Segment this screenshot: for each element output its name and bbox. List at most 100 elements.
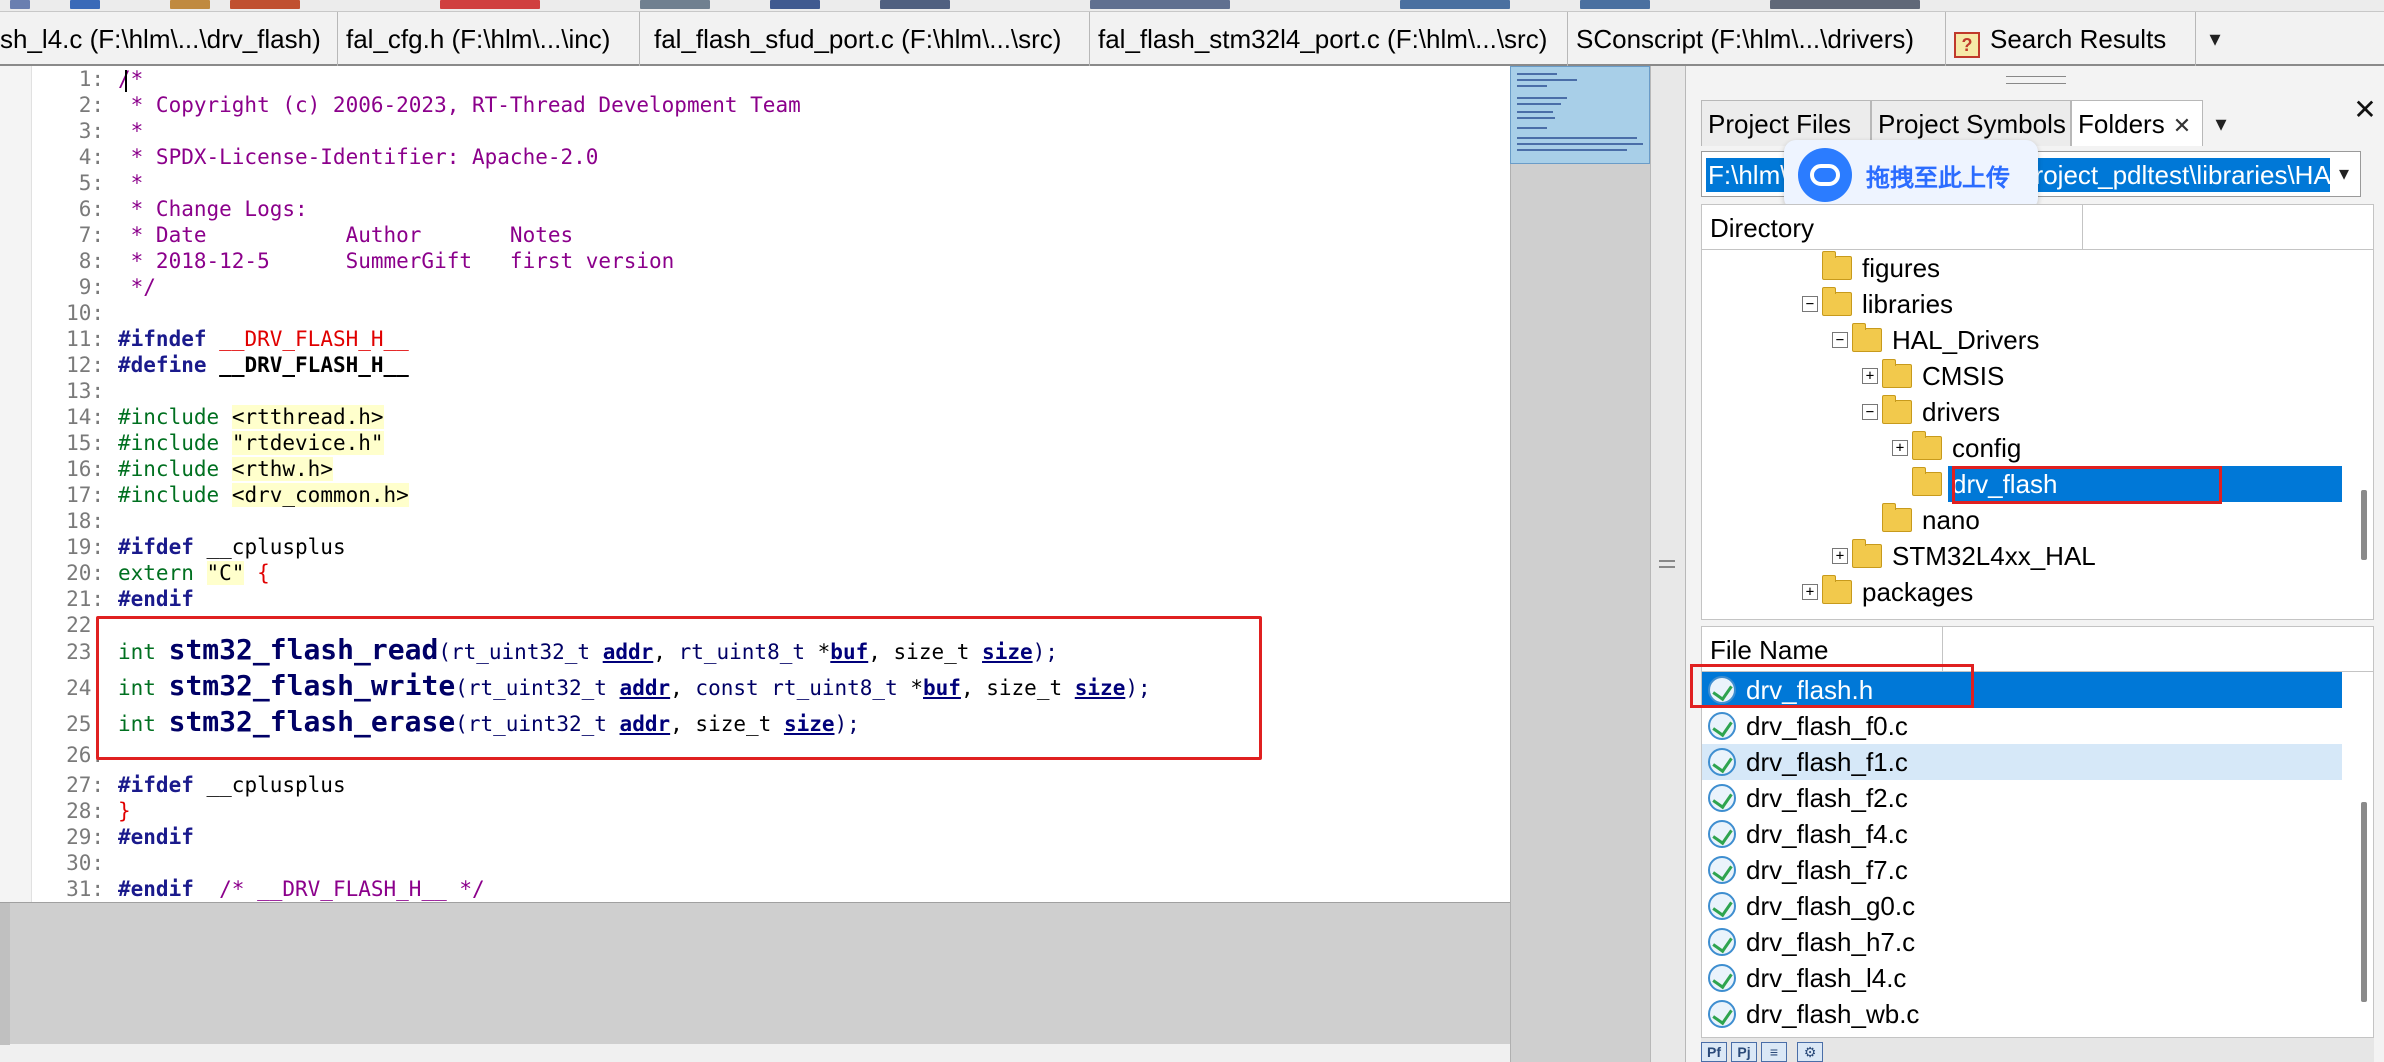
file-name: drv_flash_f7.c [1746,855,1908,885]
file-item-drv-flash-f4[interactable]: drv_flash_f4.c [1702,816,2342,852]
file-name: drv_flash_f2.c [1746,783,1908,813]
expand-icon[interactable]: + [1892,440,1908,456]
tree-item-cmsis[interactable]: + CMSIS [1702,358,2342,394]
comment-text: * 2018-12-5 SummerGift first version [118,249,675,273]
toolbar-icon[interactable] [880,0,950,9]
code-line: 8: * 2018-12-5 SummerGift first version [32,248,1502,274]
line-number: 1: [78,67,104,91]
tab-list-dropdown-icon[interactable]: ▾ [2200,12,2230,66]
tree-item-packages[interactable]: + packages [1702,574,2342,610]
expand-icon[interactable]: + [1832,548,1848,564]
tab-drv-flash-l4[interactable]: sh_l4.c (F:\hlm\...\drv_flash) [0,12,338,66]
source-file-icon [1708,676,1736,704]
project-symbols-icon[interactable]: Pj [1731,1042,1757,1062]
project-files-icon[interactable]: Pf [1701,1042,1727,1062]
file-item-drv-flash-h7[interactable]: drv_flash_h7.c [1702,924,2342,960]
file-item-drv-flash-h[interactable]: drv_flash.h [1702,672,2342,708]
collapse-icon[interactable]: − [1862,404,1878,420]
splitter-grip-icon[interactable] [1659,560,1675,568]
panel-drag-grip[interactable] [2006,76,2066,84]
collapse-icon[interactable]: − [1802,296,1818,312]
tree-item-label: libraries [1862,289,1954,319]
overview-minimap[interactable] [1510,66,1650,164]
folder-icon [1852,323,1882,352]
panel-tab-dropdown-icon[interactable]: ▾ [2206,102,2236,146]
tab-fal-flash-stm32l4-port[interactable]: fal_flash_stm32l4_port.c (F:\hlm\...\src… [1090,12,1568,66]
toolbar-icon[interactable] [10,0,30,9]
file-item-drv-flash-f0[interactable]: drv_flash_f0.c [1702,708,2342,744]
tree-item-label: drivers [1922,397,2001,427]
source-insight-window: sh_l4.c (F:\hlm\...\drv_flash) fal_cfg.h… [0,0,2384,1062]
line-number: 5: [78,171,104,195]
toolbar-icon[interactable] [170,0,210,9]
toolbar-icon[interactable] [1400,0,1510,9]
line-number: 24: [66,676,104,700]
toolbar-icon[interactable] [230,0,300,9]
tab-label: SConscript (F:\hlm\...\drivers) [1576,24,1915,54]
tree-item-figures[interactable]: figures [1702,250,2342,286]
file-item-drv-flash-wb[interactable]: drv_flash_wb.c [1702,996,2342,1032]
toolbar-icon[interactable] [70,0,100,9]
expand-icon[interactable]: + [1862,368,1878,384]
code-line: 7: * Date Author Notes [32,222,1502,248]
macro-name: __cplusplus [206,535,346,559]
tree-item-libraries[interactable]: − libraries [1702,286,2342,322]
gear-icon[interactable]: ⚙ [1797,1042,1823,1062]
column-divider[interactable] [2082,205,2083,251]
toolbar-icon[interactable] [440,0,540,9]
toolbar-icon[interactable] [1770,0,1920,9]
tree-item-label: config [1952,433,2022,463]
file-item-drv-flash-f1[interactable]: drv_flash_f1.c [1702,744,2342,780]
tab-folders[interactable]: Folders ✕ [2071,100,2203,146]
tree-item-drivers[interactable]: − drivers [1702,394,2342,430]
tab-close-icon[interactable]: ✕ [2173,113,2191,138]
toolbar-icon[interactable] [770,0,820,9]
directory-column-header[interactable]: Directory [1701,204,2374,251]
tab-label: fal_cfg.h (F:\hlm\...\inc) [346,24,611,54]
tab-sconscript[interactable]: SConscript (F:\hlm\...\drivers) [1568,12,1946,66]
directory-scrollbar[interactable] [2361,490,2367,560]
tree-item-stm32l4xx-hal[interactable]: + STM32L4xx_HAL [1702,538,2342,574]
file-item-drv-flash-g0[interactable]: drv_flash_g0.c [1702,888,2342,924]
list-view-icon[interactable]: ≡ [1761,1042,1787,1062]
preprocessor-keyword: #ifndef [118,327,207,351]
toolbar-icon[interactable] [640,0,710,9]
panel-close-icon[interactable]: ✕ [2350,96,2380,126]
tree-item-drv-flash[interactable]: drv_flash [1702,466,2342,502]
separator: , [653,640,679,664]
preprocessor-keyword: #ifdef [118,773,194,797]
tree-item-config[interactable]: + config [1702,430,2342,466]
tab-fal-cfg[interactable]: fal_cfg.h (F:\hlm\...\inc) [338,12,640,66]
file-name: drv_flash_h7.c [1746,927,1916,957]
file-item-drv-flash-f7[interactable]: drv_flash_f7.c [1702,852,2342,888]
expand-icon[interactable]: + [1802,584,1818,600]
file-name-column-header[interactable]: File Name [1701,626,2374,673]
collapse-icon[interactable]: − [1832,332,1848,348]
param-name: addr [602,640,654,664]
line-number: 25: [66,712,104,736]
line-number: 19: [66,535,104,559]
tree-item-nano[interactable]: nano [1702,502,2342,538]
type-name: rt_uint32_t [450,640,603,664]
line-number: 4: [78,145,104,169]
file-list-scrollbar[interactable] [2361,802,2367,1002]
line-number: 17: [66,483,104,507]
tab-fal-flash-sfud-port[interactable]: fal_flash_sfud_port.c (F:\hlm\...\src) [646,12,1090,66]
toolbar-icon[interactable] [1580,0,1650,9]
file-item-drv-flash-l4[interactable]: drv_flash_l4.c [1702,960,2342,996]
chevron-down-icon[interactable]: ▾ [2330,156,2358,192]
toolbar-icon[interactable] [1090,0,1230,9]
directory-tree[interactable]: figures − libraries − HAL_Drivers + CMSI… [1701,250,2374,620]
code-editor[interactable]: 1: /* 2: * Copyright (c) 2006-2023, RT-Th… [0,66,1510,902]
source-file-icon [1708,748,1736,776]
tab-search-results[interactable]: ? Search Results [1946,12,2196,66]
comment-text: * Date Author Notes [118,223,574,247]
upload-drop-overlay[interactable]: 拖拽至此上传 [1784,140,2038,210]
column-divider[interactable] [1942,627,1943,673]
file-item-drv-flash-f2[interactable]: drv_flash_f2.c [1702,780,2342,816]
panel-splitter[interactable] [1650,66,1686,1062]
file-list[interactable]: drv_flash.h drv_flash_f0.c drv_flash_f1.… [1701,672,2374,1038]
folder-icon [1822,575,1852,604]
tree-item-hal-drivers[interactable]: − HAL_Drivers [1702,322,2342,358]
preprocessor-keyword: #ifdef [118,535,194,559]
